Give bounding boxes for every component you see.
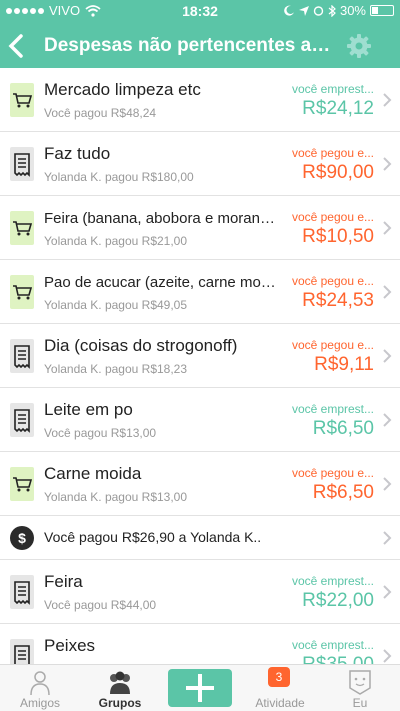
payment-text: Você pagou R$26,90 a Yolanda K.. <box>44 529 262 545</box>
battery-percent: 30% <box>339 3 366 18</box>
expense-amount: R$6,50 <box>312 482 374 503</box>
chevron-right-icon <box>383 285 392 299</box>
expense-status: você emprest... <box>291 402 374 416</box>
expense-status: você pegou e... <box>291 146 374 160</box>
receipt-icon <box>10 339 34 373</box>
gear-icon[interactable] <box>346 33 372 59</box>
tab-bar: Amigos Grupos 3 Atividade Eu <box>0 664 400 711</box>
chevron-right-icon <box>383 649 392 663</box>
expense-description: Faz tudo <box>44 144 111 163</box>
expense-payer: Yolanda K. pagou R$13,00 <box>44 490 188 504</box>
expense-row[interactable]: Leite em po Você pagou R$13,00 você empres… <box>0 388 400 452</box>
expense-description: Carne moida <box>44 464 142 483</box>
chevron-right-icon <box>383 221 392 235</box>
page-title: Despesas não pertencentes a gr... <box>44 35 334 56</box>
profile-icon <box>349 670 371 695</box>
chevron-right-icon <box>383 531 392 545</box>
chevron-right-icon <box>383 349 392 363</box>
expense-row[interactable]: Feira (banana, abobora e morangos) Yoland… <box>0 196 400 260</box>
receipt-icon <box>10 403 34 437</box>
expense-row[interactable]: Dia (coisas do strogonoff) Yolanda K. pag… <box>0 324 400 388</box>
expense-payer: Você pagou R$48,24 <box>44 106 157 120</box>
expense-description: Mercado limpeza etc <box>44 80 201 99</box>
expense-row[interactable]: PeixesVocê pagou R$35,00você emprest...R… <box>0 624 400 664</box>
chevron-right-icon <box>383 477 392 491</box>
expense-amount: R$35,00 <box>302 654 374 664</box>
receipt-icon <box>10 147 34 181</box>
top-bar: VIVO 18:32 30% Despesas não pertencentes… <box>0 0 400 68</box>
location-icon <box>298 5 309 16</box>
battery-icon <box>370 5 394 16</box>
expense-description: Feira (banana, abobora e morangos) <box>44 210 276 227</box>
expense-status: você emprest... <box>291 638 374 652</box>
expense-payer: Você pagou R$13,00 <box>44 426 157 440</box>
plus-icon <box>186 674 214 702</box>
expense-amount: R$22,00 <box>302 590 374 611</box>
expense-status: você emprest... <box>291 82 374 96</box>
chevron-right-icon <box>383 93 392 107</box>
chevron-right-icon <box>383 157 392 171</box>
alarm-icon <box>313 6 324 16</box>
expense-row[interactable]: Mercado limpeza etc Você pagou R$48,24 voc… <box>0 68 400 132</box>
expense-list[interactable]: Mercado limpeza etc Você pagou R$48,24 voc… <box>0 68 400 664</box>
cart-icon <box>10 275 34 309</box>
expense-payer: Yolanda K. pagou R$21,00 <box>44 234 188 248</box>
cart-icon <box>10 467 34 501</box>
expense-row[interactable]: Feira Você pagou R$44,00 você emprest... R$… <box>0 560 400 624</box>
expense-payer: Yolanda K. pagou R$49,05 <box>44 298 188 312</box>
expense-description: Leite em po <box>44 400 133 419</box>
expense-description: Peixes <box>44 636 96 655</box>
tab-friends[interactable]: Amigos <box>0 665 80 711</box>
cart-icon <box>10 83 34 117</box>
dollar-coin-icon: $ <box>10 526 34 550</box>
nav-bar: Despesas não pertencentes a gr... <box>0 24 400 68</box>
group-icon <box>110 671 130 694</box>
expense-row[interactable]: Pao de acucar (azeite, carne moid... Yola… <box>0 260 400 324</box>
expense-amount: R$24,12 <box>302 98 374 119</box>
expense-amount: R$6,50 <box>312 418 374 439</box>
tab-activity[interactable]: 3 Atividade <box>240 665 320 711</box>
cart-icon <box>10 211 34 245</box>
activity-badge: 3 <box>268 667 290 687</box>
moon-icon <box>284 5 294 16</box>
chevron-right-icon <box>383 413 392 427</box>
expense-description: Feira <box>44 572 83 591</box>
expense-payer: Você pagou R$44,00 <box>44 598 157 612</box>
tab-me[interactable]: Eu <box>320 665 400 711</box>
back-arrow-icon[interactable] <box>6 32 28 60</box>
bluetooth-icon <box>328 4 336 17</box>
payment-row[interactable]: $ Você pagou R$26,90 a Yolanda K.. <box>0 516 400 560</box>
expense-amount: R$10,50 <box>302 226 374 247</box>
expense-amount: R$90,00 <box>302 162 374 183</box>
status-bar: VIVO 18:32 30% <box>0 0 400 22</box>
expense-status: você pegou e... <box>291 338 374 352</box>
receipt-icon <box>10 639 34 664</box>
expense-row[interactable]: Faz tudo Yolanda K. pagou R$180,00 você pe… <box>0 132 400 196</box>
expense-status: você pegou e... <box>291 466 374 480</box>
expense-status: você pegou e... <box>291 274 374 288</box>
expense-amount: R$9,11 <box>314 354 374 375</box>
receipt-icon <box>10 575 34 609</box>
expense-status: você pegou e... <box>291 210 374 224</box>
chevron-right-icon <box>383 585 392 599</box>
expense-payer: Yolanda K. pagou R$180,00 <box>44 170 194 184</box>
tab-groups[interactable]: Grupos <box>80 665 160 711</box>
expense-description: Dia (coisas do strogonoff) <box>44 336 238 355</box>
add-expense-button[interactable] <box>168 669 232 707</box>
expense-amount: R$24,53 <box>302 290 374 311</box>
expense-payer: Yolanda K. pagou R$18,23 <box>44 362 188 376</box>
expense-description: Pao de acucar (azeite, carne moid... <box>44 274 276 291</box>
expense-status: você emprest... <box>291 574 374 588</box>
expense-row[interactable]: Carne moida Yolanda K. pagou R$13,00 você … <box>0 452 400 516</box>
person-icon <box>30 671 50 696</box>
